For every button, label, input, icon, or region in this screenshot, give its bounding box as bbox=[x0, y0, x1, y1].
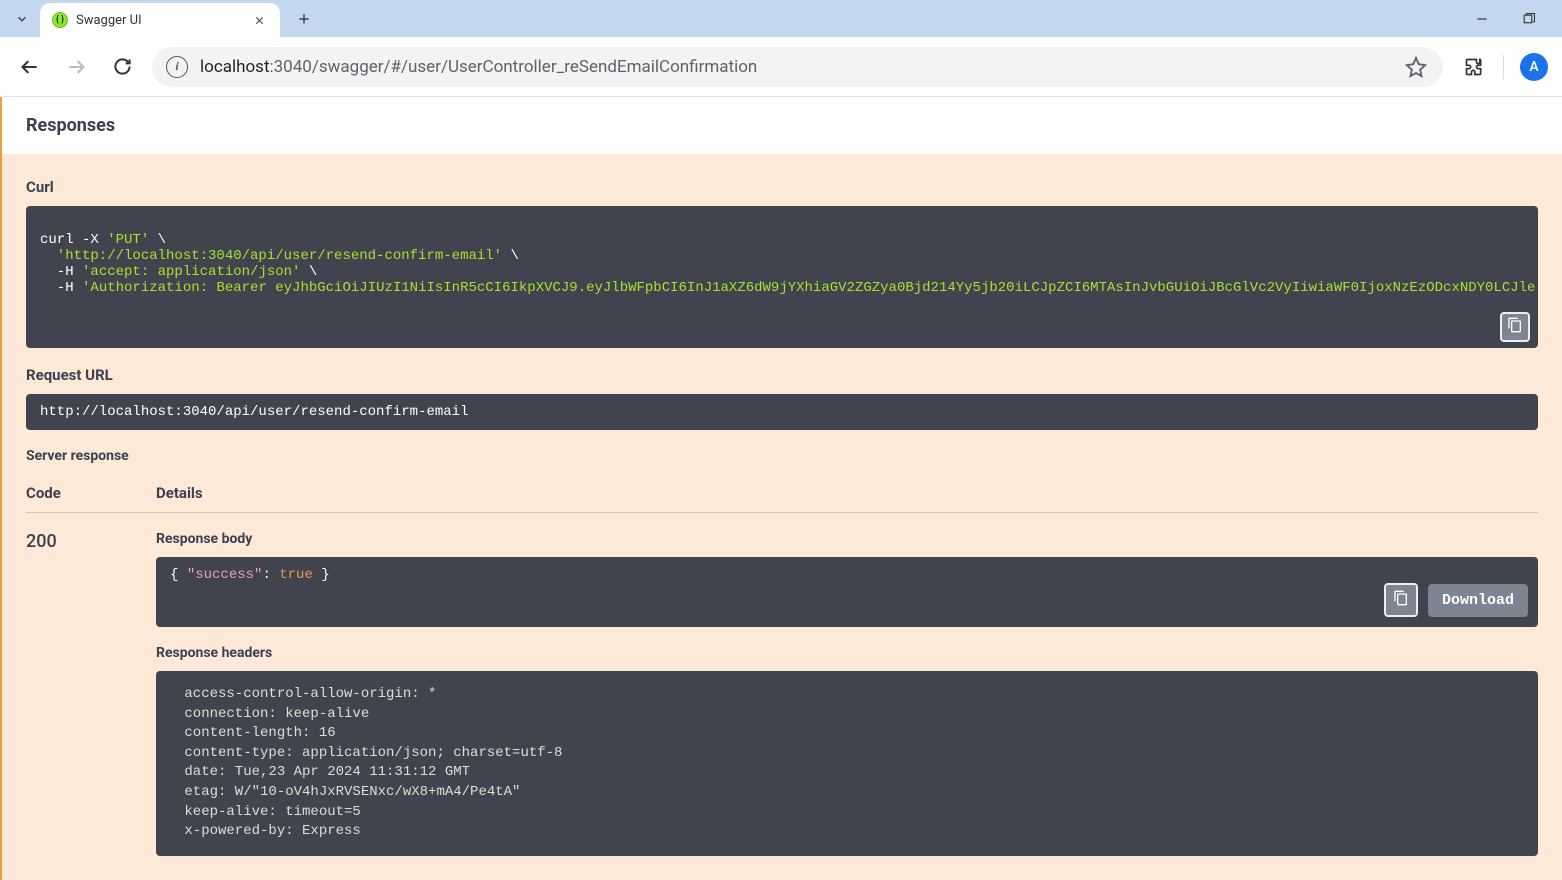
th-code: Code bbox=[26, 484, 96, 502]
minimize-icon bbox=[1475, 12, 1489, 26]
puzzle-icon bbox=[1464, 57, 1484, 77]
tabs-menu-button[interactable] bbox=[8, 5, 36, 33]
th-details: Details bbox=[156, 484, 203, 502]
browser-tab-strip: { } Swagger UI bbox=[0, 0, 1562, 37]
response-body-label: Response body bbox=[156, 531, 1538, 547]
request-url-label: Request URL bbox=[26, 366, 1538, 384]
request-url-block[interactable]: http://localhost:3040/api/user/resend-co… bbox=[26, 394, 1538, 430]
response-body-block[interactable]: { "success": true } Download bbox=[156, 557, 1538, 627]
response-headers-block[interactable]: access-control-allow-origin: * connectio… bbox=[156, 671, 1538, 856]
maximize-icon bbox=[1522, 13, 1535, 26]
bookmark-star-button[interactable] bbox=[1403, 54, 1429, 80]
swagger-favicon-icon: { } bbox=[52, 12, 68, 28]
arrow-right-icon bbox=[66, 57, 86, 77]
nav-back-button[interactable] bbox=[14, 51, 46, 83]
address-bar[interactable]: i localhost:3040/swagger/#/user/UserCont… bbox=[152, 47, 1443, 87]
page-content: Responses Curl curl -X 'PUT' \ 'http://l… bbox=[0, 97, 1562, 880]
plus-icon bbox=[297, 12, 311, 26]
download-button[interactable]: Download bbox=[1428, 584, 1528, 617]
server-response-label: Server response bbox=[26, 448, 1538, 464]
tab-close-button[interactable] bbox=[250, 11, 268, 29]
curl-code-block[interactable]: curl -X 'PUT' \ 'http://localhost:3040/a… bbox=[26, 206, 1538, 348]
browser-tab[interactable]: { } Swagger UI bbox=[40, 3, 280, 37]
status-code: 200 bbox=[26, 531, 96, 856]
url-text: localhost:3040/swagger/#/user/UserContro… bbox=[200, 57, 757, 77]
arrow-left-icon bbox=[20, 57, 40, 77]
copy-curl-button[interactable] bbox=[1500, 312, 1530, 342]
responses-title: Responses bbox=[2, 97, 1562, 154]
close-icon bbox=[254, 15, 265, 26]
copy-response-button[interactable] bbox=[1384, 583, 1418, 617]
new-tab-button[interactable] bbox=[290, 5, 318, 33]
swagger-opblock: Responses Curl curl -X 'PUT' \ 'http://l… bbox=[0, 97, 1562, 880]
star-icon bbox=[1405, 56, 1427, 78]
window-minimize-button[interactable] bbox=[1468, 5, 1496, 33]
response-table-header: Code Details bbox=[26, 474, 1538, 513]
tab-title: Swagger UI bbox=[76, 13, 242, 28]
profile-initial: A bbox=[1529, 59, 1538, 75]
browser-toolbar: i localhost:3040/swagger/#/user/UserCont… bbox=[0, 37, 1562, 97]
extensions-button[interactable] bbox=[1461, 54, 1487, 80]
response-headers-label: Response headers bbox=[156, 645, 1538, 661]
nav-reload-button[interactable] bbox=[106, 51, 138, 83]
responses-body: Curl curl -X 'PUT' \ 'http://localhost:3… bbox=[2, 154, 1562, 880]
chevron-down-icon bbox=[15, 12, 29, 26]
site-info-icon[interactable]: i bbox=[166, 56, 188, 78]
response-table-row: 200 Response body { "success": true } Do… bbox=[26, 513, 1538, 856]
profile-button[interactable]: A bbox=[1520, 53, 1548, 81]
clipboard-icon bbox=[1507, 317, 1523, 338]
window-maximize-button[interactable] bbox=[1514, 5, 1542, 33]
curl-label: Curl bbox=[26, 178, 1538, 196]
divider bbox=[1503, 55, 1504, 79]
nav-forward-button[interactable] bbox=[60, 51, 92, 83]
reload-icon bbox=[113, 57, 132, 76]
clipboard-icon bbox=[1393, 590, 1409, 611]
